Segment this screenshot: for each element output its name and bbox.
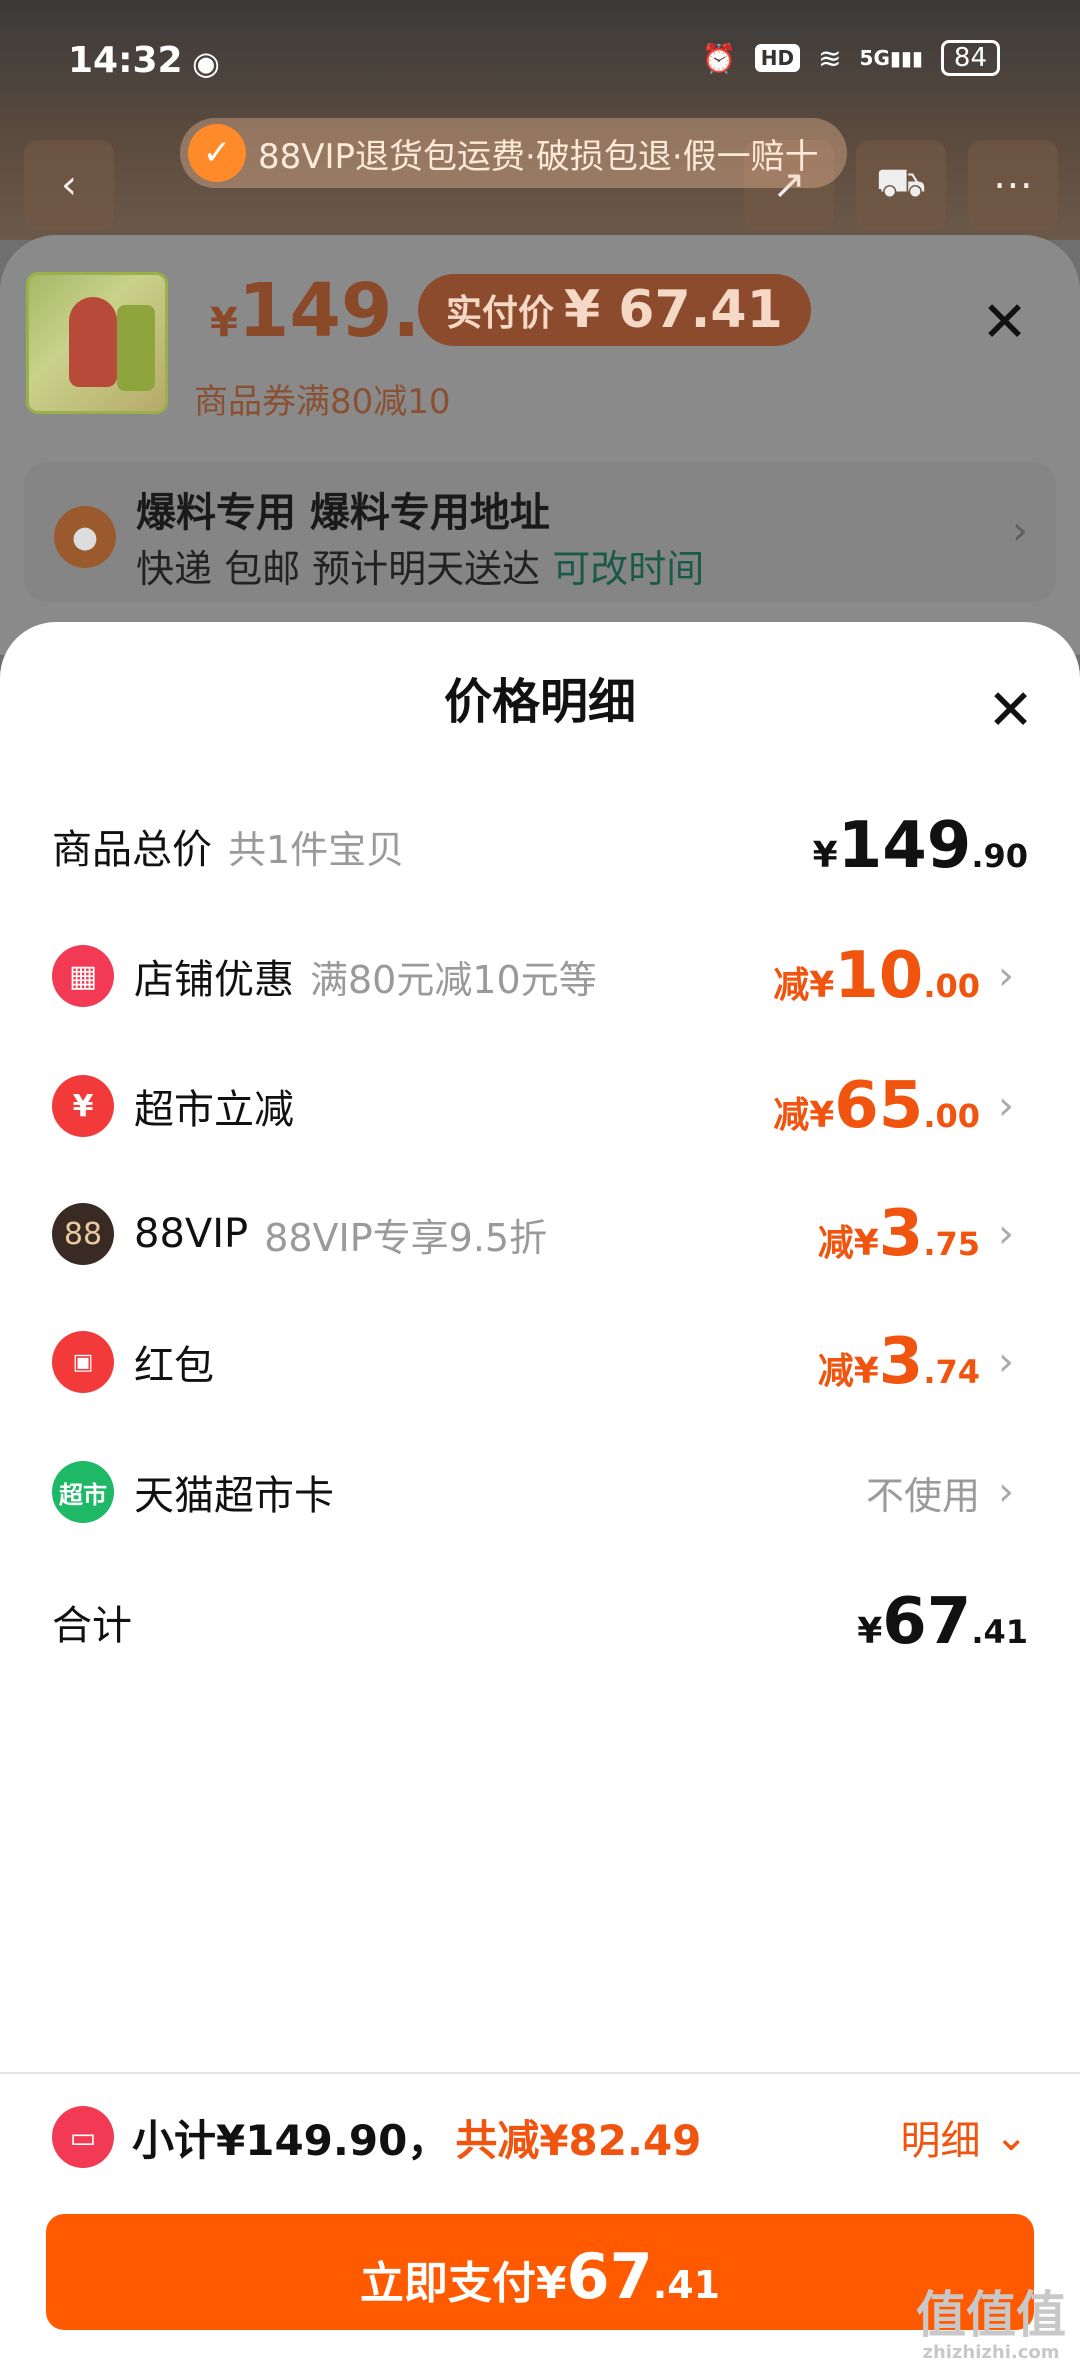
chevron-down-icon: ⌄ xyxy=(994,2114,1028,2160)
more-icon[interactable]: ⋯ xyxy=(968,140,1058,230)
banner-text: 88VIP退货包运费·破损包退·假一赔十 xyxy=(258,136,819,177)
close-icon[interactable]: ✕ xyxy=(987,678,1034,743)
status-icons: ⏰ HD ≋ 5G▮▮▮ 84 xyxy=(702,40,1000,76)
order-summary: ▭ 小计¥149.90， 共减¥82.49 明细 ⌄ xyxy=(52,2102,1028,2172)
saved-text: 共减¥82.49 xyxy=(455,2115,702,2165)
sheet-title: 价格明细 xyxy=(443,674,636,730)
total-price-value: ¥149.90 xyxy=(812,809,1028,883)
yuan-discount-icon: ¥ xyxy=(52,1075,114,1137)
battery-icon: 84 xyxy=(940,40,1000,76)
vip-88-icon: 88 xyxy=(52,1203,114,1265)
red-packet-value: 减¥ 3.74 xyxy=(817,1325,980,1399)
divider xyxy=(0,2072,1080,2074)
chevron-right-icon: › xyxy=(1012,508,1028,554)
chevron-right-icon: › xyxy=(998,1339,1014,1385)
thumb-bottle xyxy=(117,305,155,391)
shield-check-icon: ✓ xyxy=(188,124,246,182)
red-packet-icon: ▣ xyxy=(52,1331,114,1393)
thumb-person xyxy=(69,297,117,387)
vip-discount-value: 减¥ 3.75 xyxy=(817,1197,980,1271)
change-time-link[interactable]: 可改时间 xyxy=(552,547,704,591)
store-discount-value: 减¥ 10.00 xyxy=(773,939,980,1013)
real-price-value: ¥ 67.41 xyxy=(564,280,783,340)
wifi-icon: ≋ xyxy=(818,41,842,75)
coupon-text: 商品券满80减10 xyxy=(194,382,451,422)
store-icon: ▦ xyxy=(52,945,114,1007)
delivery-info: 快递 包邮 预计明天送达 可改时间 xyxy=(136,547,705,591)
row-88vip[interactable]: 88 88VIP 88VIP专享9.5折 减¥ 3.75 › xyxy=(52,1184,1028,1284)
chevron-right-icon: › xyxy=(998,953,1014,999)
supermarket-card-icon: 超市 xyxy=(52,1461,114,1523)
real-price-pill: 实付价 ¥ 67.41 xyxy=(418,274,811,346)
status-time: 14:32 xyxy=(68,40,183,81)
hd-icon: HD xyxy=(754,44,801,72)
address-title: 爆料专用 爆料专用地址 xyxy=(136,490,550,536)
row-sum: 合计 ¥67.41 xyxy=(52,1585,1028,1659)
pay-now-button[interactable]: 立即支付¥ 67.41 xyxy=(46,2214,1034,2330)
supermarket-discount-value: 减¥ 65.00 xyxy=(773,1069,980,1143)
watermark: 值值值 zhizhizhi.com xyxy=(916,2286,1066,2363)
location-pin-icon: ● xyxy=(54,506,116,568)
sum-value: ¥67.41 xyxy=(857,1585,1028,1659)
card-status: 不使用 xyxy=(865,1473,980,1518)
real-price-label: 实付价 xyxy=(446,293,555,334)
row-supermarket-discount[interactable]: ¥ 超市立减 减¥ 65.00 › xyxy=(52,1056,1028,1156)
signal-icon: 5G▮▮▮ xyxy=(859,46,923,70)
row-total-price: 商品总价 共1件宝贝 ¥149.90 xyxy=(52,809,1028,883)
alarm-icon: ⏰ xyxy=(701,41,737,75)
status-bar: 14:32 ◉ ⏰ HD ≋ 5G▮▮▮ 84 xyxy=(0,0,1080,120)
detail-toggle[interactable]: 明细 ⌄ xyxy=(900,2108,1028,2166)
ticket-icon: ▭ xyxy=(52,2106,114,2168)
chevron-right-icon: › xyxy=(998,1469,1014,1515)
row-store-discount[interactable]: ▦ 店铺优惠 满80元减10元等 减¥ 10.00 › xyxy=(52,926,1028,1026)
address-card[interactable]: ● 爆料专用 爆料专用地址 快递 包邮 预计明天送达 可改时间 › xyxy=(24,462,1056,602)
vip-banner: ✓ 88VIP退货包运费·破损包退·假一赔十 xyxy=(180,118,847,188)
back-icon[interactable]: ‹ xyxy=(24,140,114,230)
subtotal-text: 小计¥149.90， xyxy=(132,2115,450,2165)
cart-icon[interactable]: ⛟ xyxy=(856,140,946,230)
row-red-packet[interactable]: ▣ 红包 减¥ 3.74 › xyxy=(52,1312,1028,1412)
wechat-icon: ◉ xyxy=(192,44,220,82)
close-icon[interactable]: ✕ xyxy=(981,290,1028,355)
chevron-right-icon: › xyxy=(998,1083,1014,1129)
row-supermarket-card[interactable]: 超市 天猫超市卡 不使用 › xyxy=(52,1442,1028,1542)
chevron-right-icon: › xyxy=(998,1211,1014,1257)
product-thumbnail[interactable] xyxy=(26,272,168,414)
